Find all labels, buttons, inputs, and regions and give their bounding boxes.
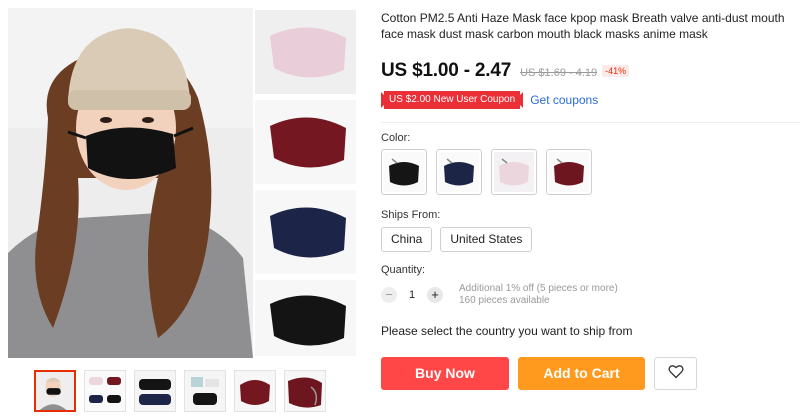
thumbnail-strip — [34, 370, 326, 412]
color-swatches — [381, 149, 592, 195]
quantity-notes: Additional 1% off (5 pieces or more) 160… — [459, 283, 618, 307]
coupon-row: US $2.00 New User Coupon Get coupons — [379, 90, 598, 109]
product-info-panel: Cotton PM2.5 Anti Haze Mask face kpop ma… — [379, 0, 800, 417]
main-product-image[interactable] — [8, 8, 358, 358]
discount-badge: -41% — [602, 65, 630, 77]
price-row: US $1.00 - 2.47 US $1.69 - 4.19 -41% — [381, 60, 630, 84]
ships-from-label: Ships From: — [381, 209, 441, 221]
quantity-stepper: − 1 + Additional 1% off (5 pieces or mor… — [381, 283, 618, 307]
ships-from-china[interactable]: China — [381, 227, 433, 252]
heart-icon — [667, 364, 684, 384]
ships-from-options: China United States — [381, 227, 533, 252]
color-swatch-black[interactable] — [381, 149, 427, 195]
wishlist-button[interactable] — [654, 357, 697, 390]
thumbnail-mask-variants-set[interactable] — [84, 370, 126, 412]
thumbnail-model-wearing-mask[interactable] — [34, 370, 76, 412]
color-swatch-wine-red[interactable] — [546, 149, 592, 195]
original-price: US $1.69 - 4.19 — [520, 67, 598, 79]
buy-now-button[interactable]: Buy Now — [381, 357, 509, 390]
ships-from-united-states[interactable]: United States — [440, 227, 533, 252]
thumbnail-wine-red-mask[interactable] — [234, 370, 276, 412]
new-user-coupon-badge[interactable]: US $2.00 New User Coupon — [379, 90, 525, 109]
color-swatch-navy[interactable] — [436, 149, 482, 195]
pieces-available: 160 pieces available — [459, 295, 550, 306]
quantity-label: Quantity: — [381, 264, 426, 276]
purchase-actions: Buy Now Add to Cart — [381, 357, 697, 390]
shipping-country-message: Please select the country you want to sh… — [381, 324, 633, 338]
color-label: Color: — [381, 132, 411, 144]
divider — [381, 122, 800, 123]
add-to-cart-button[interactable]: Add to Cart — [518, 357, 645, 390]
color-swatch-pink[interactable] — [491, 149, 537, 195]
get-coupons-link[interactable]: Get coupons — [530, 93, 598, 107]
bulk-discount-note: Additional 1% off (5 pieces or more) — [459, 283, 618, 294]
thumbnail-mask-with-filters[interactable] — [184, 370, 226, 412]
quantity-increase-button[interactable]: + — [427, 287, 443, 303]
quantity-value[interactable]: 1 — [397, 289, 427, 301]
thumbnail-black-and-navy-masks[interactable] — [134, 370, 176, 412]
quantity-decrease-button[interactable]: − — [381, 287, 397, 303]
current-price: US $1.00 - 2.47 — [381, 60, 512, 81]
thumbnail-wine-red-mask-closeup[interactable] — [284, 370, 326, 412]
product-title: Cotton PM2.5 Anti Haze Mask face kpop ma… — [381, 11, 785, 41]
